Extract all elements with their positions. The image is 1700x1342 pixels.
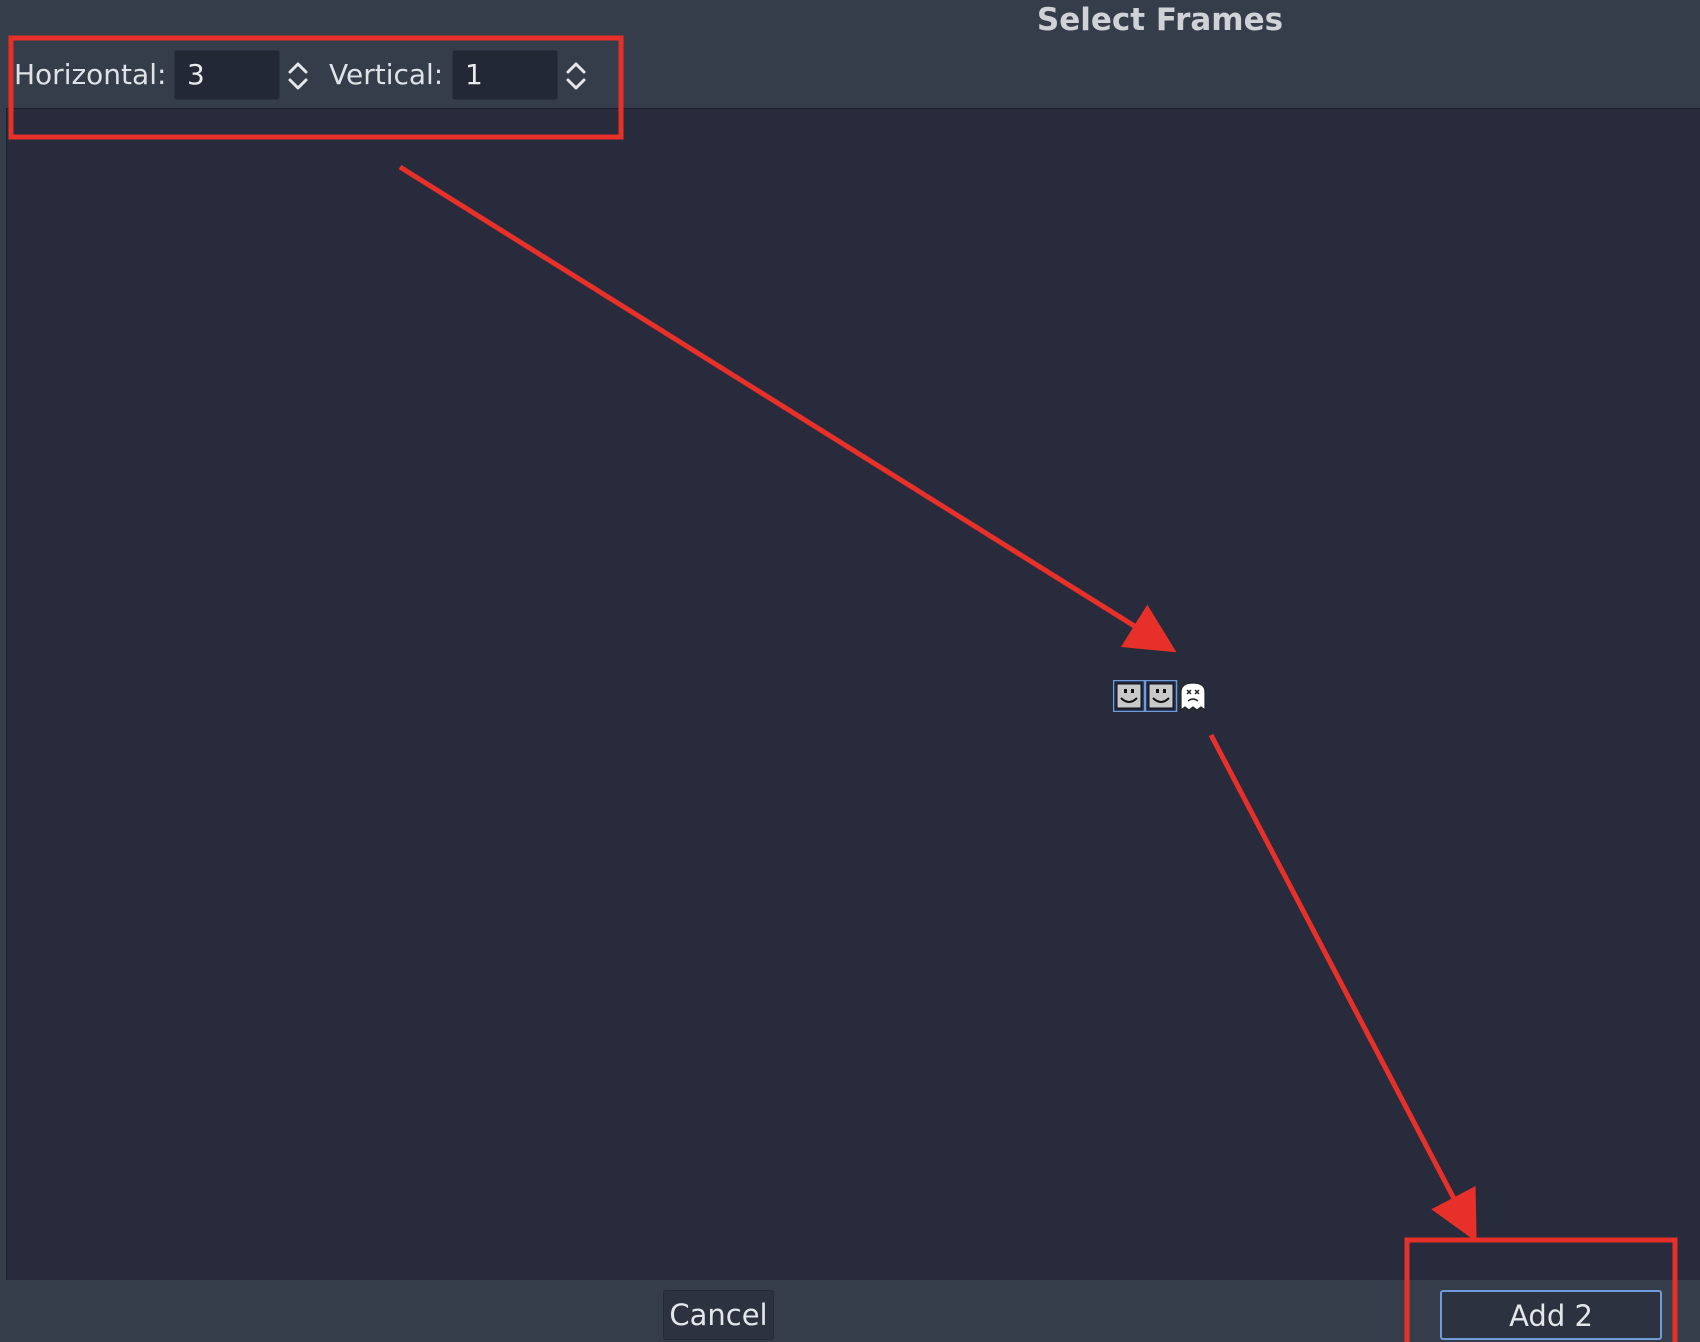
vertical-label: Vertical: [329, 58, 444, 91]
select-frames-dialog: Select Frames Horizontal: 3 Vertical: 1 [0, 0, 1700, 1342]
frame-3-ghost-sprite-icon[interactable] [1180, 682, 1206, 712]
add-frames-button[interactable]: Add 2 Frame(s) [1440, 1290, 1662, 1340]
dialog-footer: Cancel Add 2 Frame(s) [0, 1280, 1700, 1342]
horizontal-spinbox-input[interactable]: 3 [174, 50, 280, 100]
frame-1-sprite-frame-icon[interactable] [1113, 680, 1146, 712]
horizontal-label: Horizontal: [14, 58, 167, 91]
texture-preview-area[interactable] [6, 108, 1700, 1280]
vertical-spinbox-arrows-icon[interactable] [562, 56, 590, 96]
dialog-title: Select Frames [1036, 2, 1284, 38]
sprite-sheet-frames[interactable] [1113, 680, 1209, 712]
frame-2-sprite-frame-icon[interactable] [1144, 680, 1178, 712]
vertical-spinbox-input[interactable]: 1 [452, 50, 558, 100]
horizontal-spinbox-arrows-icon[interactable] [284, 56, 312, 96]
cancel-button[interactable]: Cancel [663, 1290, 774, 1340]
